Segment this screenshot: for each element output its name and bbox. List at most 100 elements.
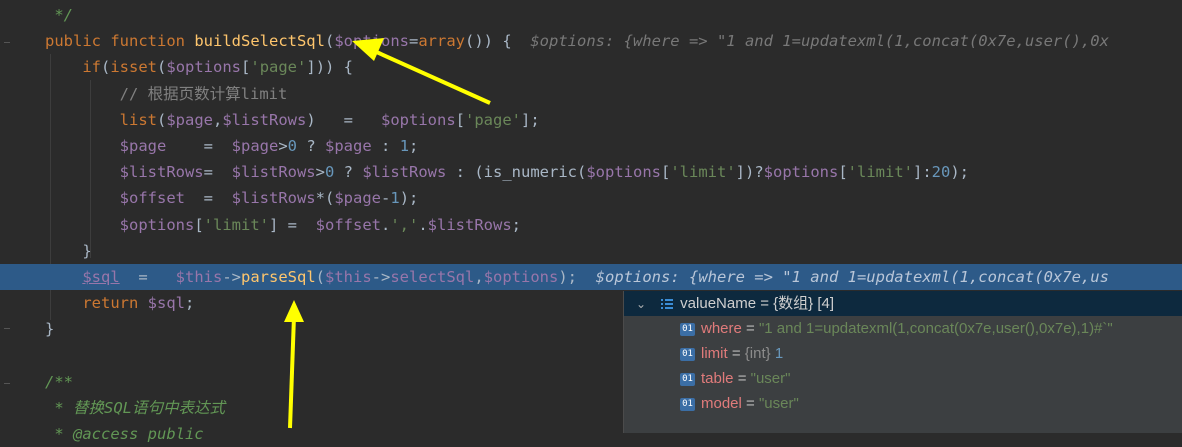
- code-token: $page: [325, 137, 372, 155]
- code-token: ;: [409, 137, 419, 155]
- code-token: *(: [315, 189, 335, 208]
- code-token: $listRows: [231, 189, 316, 208]
- code-token: );: [558, 268, 596, 286]
- code-token: /**: [45, 372, 73, 391]
- array-list-icon: [661, 299, 674, 310]
- code-line-listrows-line[interactable]: $listRows= $listRows>0 ? $listRows : (is…: [0, 159, 1182, 185]
- code-token: [: [455, 110, 465, 129]
- code-token: ) =: [306, 110, 381, 129]
- code-token: if: [82, 58, 101, 77]
- code-token: $page: [119, 137, 167, 155]
- code-line-offset-line[interactable]: $offset = $listRows*($page-1);: [0, 185, 1182, 211]
- debug-var-value: 1: [774, 345, 784, 362]
- root-count: [4]: [813, 295, 835, 312]
- code-token: $page: [231, 137, 279, 155]
- code-token: (: [156, 110, 167, 129]
- code-token: $options: [119, 215, 195, 234]
- root-var-name: valueName: [680, 295, 757, 312]
- code-token: // 根据页数计算limit: [45, 84, 288, 103]
- debug-var-name: where: [701, 320, 742, 337]
- code-token: ',': [390, 215, 419, 234]
- debug-var-name: model: [701, 395, 742, 412]
- code-token: =: [203, 163, 232, 182]
- code-line-options-limit-line[interactable]: $options['limit'] = $offset.','.$listRow…: [0, 212, 1182, 238]
- code-token: $options: [483, 268, 559, 286]
- code-token: =: [119, 268, 176, 286]
- debug-var-value: "1 and 1=updatexml(1,concat(0x7e,user(),…: [758, 320, 1113, 337]
- code-line-list-line[interactable]: list($page,$listRows) = $options['page']…: [0, 107, 1182, 133]
- code-token: ()) {: [465, 32, 531, 51]
- code-token: array: [418, 32, 465, 51]
- code-token: ->: [371, 268, 391, 286]
- code-token: ;: [511, 215, 522, 234]
- code-token: $offset: [119, 189, 185, 208]
- code-token: ,: [213, 110, 223, 129]
- code-token: .: [418, 215, 428, 234]
- code-token: * 替换SQL语句中表达式: [45, 399, 225, 417]
- code-token: selectSql: [390, 268, 475, 286]
- primitive-field-icon: 01: [680, 372, 695, 386]
- root-type: {数组}: [773, 295, 814, 312]
- debug-var-row-table[interactable]: 01 table = "user": [680, 366, 790, 391]
- code-token: 1: [399, 137, 410, 155]
- code-token: $listRows: [362, 163, 447, 182]
- debug-var-row-limit[interactable]: 01 limit = {int} 1: [680, 341, 783, 366]
- code-token: 20: [931, 163, 951, 182]
- code-token: $options: [166, 58, 242, 77]
- code-token: 0: [325, 163, 335, 182]
- debug-var-sep: =: [727, 345, 745, 362]
- chevron-down-icon[interactable]: ⌄: [636, 292, 650, 317]
- code-token: 'page': [465, 110, 521, 129]
- code-line-function-decl[interactable]: public function buildSelectSql($options=…: [0, 28, 1182, 54]
- code-token: .: [380, 215, 391, 234]
- code-token: ,: [474, 268, 484, 286]
- code-line-comment-line[interactable]: // 根据页数计算limit: [0, 81, 1182, 107]
- code-token: =: [184, 189, 232, 208]
- code-token: $this: [175, 268, 223, 286]
- debug-var-sep: =: [741, 395, 759, 412]
- debugger-variables-popup: ⌄ valueName = {数组} [4] 01 where = "1 and …: [623, 291, 1182, 433]
- code-line-sql-line[interactable]: $sql = $this->parseSql($this->selectSql,…: [0, 264, 1182, 290]
- inline-debug-hint: $options: {where => "1 and 1=updatexml(1…: [595, 268, 1109, 286]
- code-token: return: [82, 294, 148, 313]
- inline-debug-hint: $options: {where => "1 and 1=updatexml(1…: [530, 32, 1109, 51]
- code-token: );: [399, 189, 419, 208]
- code-token: 0: [287, 137, 298, 155]
- code-token: ;: [184, 294, 195, 313]
- code-token: }: [45, 320, 55, 339]
- code-token: parseSql: [241, 268, 316, 286]
- debug-var-name: limit: [701, 345, 728, 362]
- code-token: $listRows: [231, 163, 316, 182]
- debug-var-row-where[interactable]: 01 where = "1 and 1=updatexml(1,concat(0x…: [680, 316, 1113, 341]
- code-token: ])) {: [306, 58, 354, 77]
- code-token: $listRows: [427, 215, 512, 234]
- code-token: $sql: [147, 294, 185, 313]
- code-line-doc-end[interactable]: */: [0, 2, 1182, 28]
- code-token: $sql: [82, 268, 120, 286]
- code-line-if-isset[interactable]: if(isset($options['page'])) {: [0, 54, 1182, 80]
- code-token: ])?: [735, 163, 764, 182]
- code-token: (: [315, 268, 325, 286]
- code-token: =: [408, 32, 419, 51]
- code-token: [: [194, 215, 204, 234]
- debug-var-row-model[interactable]: 01 model = "user": [680, 391, 799, 416]
- debug-root-row[interactable]: ⌄ valueName = {数组} [4]: [624, 291, 1182, 316]
- code-line-if-close[interactable]: }: [0, 238, 1182, 264]
- code-token: */: [45, 6, 73, 24]
- code-token: isset: [110, 58, 158, 77]
- code-token: $options: [334, 32, 409, 51]
- code-token: buildSelectSql: [194, 32, 325, 51]
- primitive-field-icon: 01: [680, 397, 695, 411]
- code-token: public: [45, 32, 111, 51]
- code-token: 'limit': [847, 163, 913, 182]
- code-token: (: [101, 58, 111, 77]
- code-token: >: [278, 137, 288, 155]
- code-line-page-line[interactable]: $page = $page>0 ? $page : 1;: [0, 133, 1182, 159]
- code-token: function: [110, 32, 195, 51]
- code-token: =: [166, 137, 232, 155]
